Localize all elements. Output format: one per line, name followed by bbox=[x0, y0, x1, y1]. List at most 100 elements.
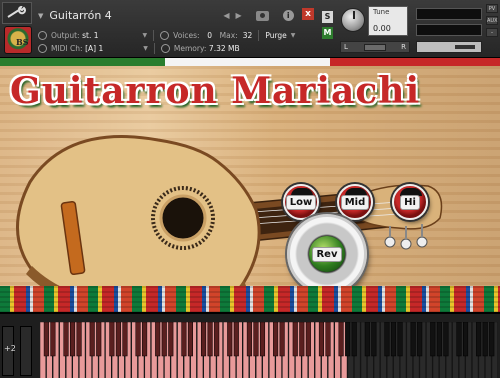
tune-knob[interactable] bbox=[341, 8, 365, 32]
black-key[interactable] bbox=[482, 322, 488, 357]
black-key[interactable] bbox=[273, 322, 279, 357]
black-key[interactable] bbox=[50, 322, 56, 357]
serape-blanket bbox=[0, 286, 500, 312]
black-key[interactable] bbox=[142, 322, 148, 357]
pan-right-label: R bbox=[401, 43, 406, 51]
black-key[interactable] bbox=[397, 322, 403, 357]
reverb-knob-center[interactable]: Rev bbox=[309, 236, 345, 272]
black-key[interactable] bbox=[345, 322, 351, 357]
tune-value[interactable]: 0.00 bbox=[373, 24, 391, 33]
black-key[interactable] bbox=[410, 322, 416, 357]
black-key[interactable] bbox=[371, 322, 377, 357]
black-key[interactable] bbox=[325, 322, 331, 357]
prev-next-arrows-icon[interactable]: ◀▶ bbox=[223, 11, 247, 20]
black-key[interactable] bbox=[253, 322, 259, 357]
black-key[interactable] bbox=[155, 322, 161, 357]
level-meter-left bbox=[416, 8, 482, 20]
black-key[interactable] bbox=[43, 322, 49, 357]
black-key[interactable] bbox=[187, 322, 193, 357]
black-key[interactable] bbox=[463, 322, 469, 357]
output-label: Output: bbox=[51, 31, 80, 40]
solo-button[interactable]: S bbox=[322, 11, 333, 23]
black-key[interactable] bbox=[233, 322, 239, 357]
voices-icon bbox=[160, 31, 170, 40]
black-key[interactable] bbox=[181, 322, 187, 357]
purge-menu[interactable]: Purge bbox=[265, 31, 286, 40]
guitarron-image bbox=[16, 135, 443, 312]
collapse-triangle-icon[interactable]: ▼ bbox=[38, 12, 43, 20]
black-key[interactable] bbox=[476, 322, 482, 357]
mid-eq-knob[interactable]: Mid bbox=[337, 184, 373, 220]
black-key[interactable] bbox=[89, 322, 95, 357]
black-key[interactable] bbox=[456, 322, 462, 357]
black-key[interactable] bbox=[305, 322, 311, 357]
close-instrument-button[interactable]: x bbox=[302, 8, 314, 20]
logo-text: BS bbox=[16, 37, 29, 47]
max-voices-value[interactable]: 32 bbox=[243, 31, 253, 40]
black-key[interactable] bbox=[227, 322, 233, 357]
mute-button[interactable]: M bbox=[322, 27, 333, 39]
memory-label: Memory: bbox=[173, 44, 207, 53]
black-key[interactable] bbox=[436, 322, 442, 357]
pan-handle[interactable] bbox=[363, 43, 386, 51]
black-key[interactable] bbox=[384, 322, 390, 357]
black-key[interactable] bbox=[135, 322, 141, 357]
volume-slider[interactable] bbox=[416, 41, 482, 53]
black-key[interactable] bbox=[279, 322, 285, 357]
black-key[interactable] bbox=[109, 322, 115, 357]
black-key[interactable] bbox=[201, 322, 207, 357]
output-dropdown-icon[interactable]: ▼ bbox=[143, 32, 148, 39]
memory-icon bbox=[160, 44, 170, 53]
instrument-gui: Guitarron Mariachi Low Mid Hi Rev bbox=[0, 58, 500, 312]
output-value[interactable]: st. 1 bbox=[82, 31, 98, 40]
midi-channel-label: MIDI Ch: bbox=[51, 44, 83, 53]
voices-label: Voices: bbox=[173, 31, 200, 40]
instrument-name[interactable]: Guitarrón 4 bbox=[49, 9, 219, 22]
pan-left-label: L bbox=[344, 43, 348, 51]
aux-button[interactable]: AUX bbox=[486, 16, 498, 25]
black-key[interactable] bbox=[70, 322, 76, 357]
black-key[interactable] bbox=[417, 322, 423, 357]
black-key[interactable] bbox=[351, 322, 357, 357]
volume-handle[interactable] bbox=[455, 45, 475, 49]
black-key[interactable] bbox=[246, 322, 252, 357]
black-key[interactable] bbox=[115, 322, 121, 357]
black-key[interactable] bbox=[96, 322, 102, 357]
black-key[interactable] bbox=[390, 322, 397, 357]
black-key[interactable] bbox=[292, 322, 298, 357]
black-key[interactable] bbox=[122, 322, 128, 357]
pv-button[interactable]: PV bbox=[486, 4, 498, 13]
black-key[interactable] bbox=[214, 322, 220, 357]
output-icon bbox=[38, 31, 47, 40]
octave-indicator[interactable]: +2 bbox=[4, 344, 16, 353]
minimize-button[interactable]: – bbox=[486, 28, 498, 37]
reverb-knob-label: Rev bbox=[312, 246, 342, 262]
black-key[interactable] bbox=[318, 322, 324, 357]
black-key[interactable] bbox=[207, 322, 213, 357]
black-key[interactable] bbox=[168, 322, 174, 357]
wrench-icon[interactable] bbox=[2, 2, 32, 24]
pan-slider[interactable]: L R bbox=[340, 41, 410, 53]
midi-dropdown-icon[interactable]: ▼ bbox=[143, 45, 148, 52]
black-key[interactable] bbox=[259, 322, 266, 357]
black-key[interactable] bbox=[299, 322, 305, 357]
black-key[interactable] bbox=[364, 322, 370, 357]
reverb-knob[interactable]: Rev bbox=[287, 214, 367, 294]
black-key[interactable] bbox=[161, 322, 167, 357]
black-key[interactable] bbox=[63, 322, 69, 357]
black-key[interactable] bbox=[443, 322, 449, 357]
black-key[interactable] bbox=[430, 322, 436, 357]
black-key[interactable] bbox=[489, 322, 495, 357]
black-key[interactable] bbox=[76, 322, 82, 357]
info-icon[interactable]: i bbox=[282, 10, 294, 21]
level-meter-right bbox=[416, 24, 482, 36]
black-key[interactable] bbox=[338, 322, 344, 357]
modulation-wheel[interactable] bbox=[20, 326, 32, 376]
purge-dropdown-icon[interactable]: ▼ bbox=[291, 32, 296, 39]
midi-channel-value[interactable]: [A] 1 bbox=[85, 44, 103, 53]
piano-keyboard[interactable] bbox=[40, 322, 498, 378]
camera-icon[interactable] bbox=[255, 10, 269, 21]
hi-eq-knob[interactable]: Hi bbox=[392, 184, 428, 220]
instrument-info-panel: ▼ Guitarrón 4 ◀▶ i Output: st. 1 ▼ Voice… bbox=[38, 6, 314, 54]
low-eq-knob[interactable]: Low bbox=[283, 184, 319, 220]
